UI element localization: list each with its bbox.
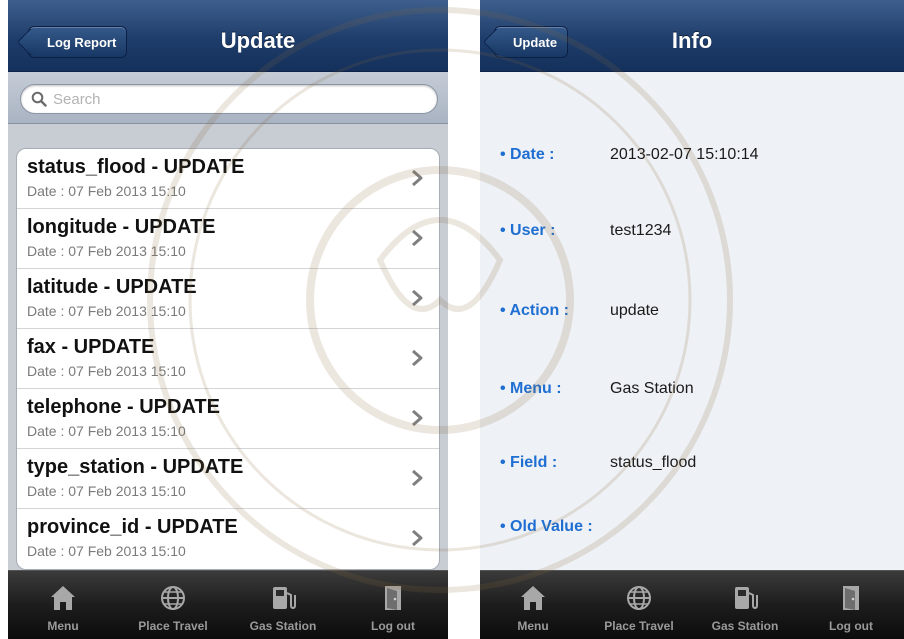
search-placeholder: Search: [53, 90, 101, 108]
search-input[interactable]: Search: [20, 84, 438, 114]
list-item[interactable]: province_id - UPDATE Date : 07 Feb 2013 …: [17, 509, 439, 569]
list-item-date: Date : 07 Feb 2013 15:10: [27, 543, 186, 559]
list-item[interactable]: fax - UPDATE Date : 07 Feb 2013 15:10: [17, 329, 439, 389]
field-row: • Field : status_flood: [500, 448, 894, 478]
action-label: • Action :: [500, 302, 569, 319]
tab-menu[interactable]: Menu: [8, 571, 118, 639]
tab-gas-station[interactable]: Gas Station: [692, 571, 798, 639]
tab-bar: Menu Place Travel Gas Station Log out: [8, 570, 448, 639]
back-arrow-shape: [16, 27, 46, 57]
list-item-title: type_station - UPDATE: [27, 456, 244, 478]
list-item-date: Date : 07 Feb 2013 15:10: [27, 303, 186, 319]
fuel-pump-icon: [735, 587, 758, 610]
chevron-right-icon: [412, 289, 423, 307]
action-row: • Action : update: [500, 296, 894, 326]
field-value: status_flood: [610, 454, 697, 471]
home-icon: [521, 586, 545, 610]
list-item[interactable]: latitude - UPDATE Date : 07 Feb 2013 15:…: [17, 269, 439, 329]
list-item-title: fax - UPDATE: [27, 336, 155, 358]
old-value-row: • Old Value :: [500, 512, 894, 542]
chevron-right-icon: [412, 229, 423, 247]
search-bar: Search: [8, 72, 448, 124]
tab-bar: Menu Place Travel Gas Station Log out: [480, 570, 904, 639]
list-item[interactable]: status_flood - UPDATE Date : 07 Feb 2013…: [17, 149, 439, 209]
list-item-date: Date : 07 Feb 2013 15:10: [27, 363, 186, 379]
date-value: 2013-02-07 15:10:14: [610, 146, 759, 163]
tab-label: Gas Station: [711, 619, 779, 633]
tab-gas-station[interactable]: Gas Station: [228, 571, 338, 639]
tab-label: Gas Station: [249, 619, 317, 633]
tab-place-travel[interactable]: Place Travel: [118, 571, 228, 639]
date-row: • Date : 2013-02-07 15:10:14: [500, 140, 894, 170]
chevron-right-icon: [412, 169, 423, 187]
list-item-date: Date : 07 Feb 2013 15:10: [27, 183, 186, 199]
list-item-title: latitude - UPDATE: [27, 276, 197, 298]
door-exit-icon: [385, 586, 401, 610]
home-icon: [51, 586, 75, 610]
list-item-title: longitude - UPDATE: [27, 216, 216, 238]
user-row: • User : test1234: [500, 216, 894, 246]
info-detail-screen: Update Info • Date : 2013-02-07 15:10:14…: [480, 0, 904, 639]
action-value: update: [610, 302, 659, 319]
list-item-date: Date : 07 Feb 2013 15:10: [27, 423, 186, 439]
door-exit-icon: [843, 586, 859, 610]
globe-icon: [161, 586, 185, 610]
list-item[interactable]: type_station - UPDATE Date : 07 Feb 2013…: [17, 449, 439, 509]
page-title: Update: [220, 28, 296, 53]
chevron-right-icon: [412, 409, 423, 427]
list-item-date: Date : 07 Feb 2013 15:10: [27, 243, 186, 259]
chevron-right-icon: [412, 469, 423, 487]
tab-label: Place Travel: [138, 619, 208, 633]
tab-label: Menu: [517, 619, 549, 633]
update-log-list: status_flood - UPDATE Date : 07 Feb 2013…: [16, 148, 440, 570]
list-item-title: status_flood - UPDATE: [27, 156, 245, 178]
old-value-label: • Old Value :: [500, 518, 593, 535]
search-icon: [31, 91, 47, 107]
tab-menu[interactable]: Menu: [480, 571, 586, 639]
list-item-title: province_id - UPDATE: [27, 516, 238, 538]
user-label: • User :: [500, 222, 556, 239]
list-item[interactable]: longitude - UPDATE Date : 07 Feb 2013 15…: [17, 209, 439, 269]
update-list-screen: Log Report Update Search status_flood - …: [8, 0, 448, 639]
navigation-bar: Log Report Update: [8, 0, 448, 72]
tab-place-travel[interactable]: Place Travel: [586, 571, 692, 639]
field-label: • Field :: [500, 454, 558, 471]
menu-row: • Menu : Gas Station: [500, 374, 894, 404]
date-label: • Date :: [500, 146, 555, 163]
info-details: • Date : 2013-02-07 15:10:14 • User : te…: [480, 72, 904, 570]
chevron-right-icon: [412, 349, 423, 367]
tab-label: Log out: [371, 619, 415, 633]
menu-label: • Menu :: [500, 380, 562, 397]
list-item[interactable]: telephone - UPDATE Date : 07 Feb 2013 15…: [17, 389, 439, 449]
tab-label: Log out: [829, 619, 873, 633]
user-value: test1234: [610, 222, 672, 239]
tab-log-out[interactable]: Log out: [798, 571, 904, 639]
fuel-pump-icon: [273, 587, 296, 610]
navigation-bar: Update Info: [480, 0, 904, 72]
globe-icon: [627, 586, 651, 610]
tab-label: Place Travel: [604, 619, 674, 633]
menu-value: Gas Station: [610, 380, 694, 397]
chevron-right-icon: [412, 529, 423, 547]
tab-log-out[interactable]: Log out: [338, 571, 448, 639]
page-title: Info: [671, 28, 713, 53]
list-item-date: Date : 07 Feb 2013 15:10: [27, 483, 186, 499]
list-item-title: telephone - UPDATE: [27, 396, 220, 418]
tab-label: Menu: [47, 619, 79, 633]
